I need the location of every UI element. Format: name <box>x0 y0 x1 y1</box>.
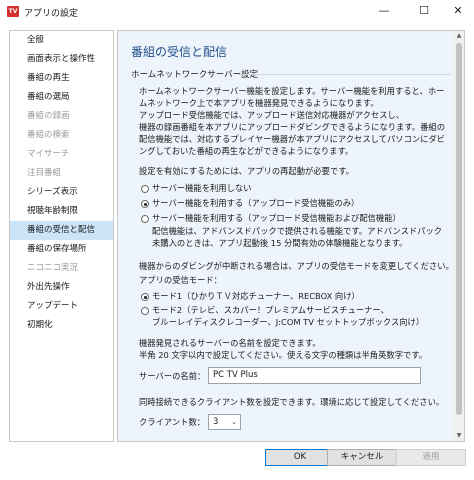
settings-content-panel: 番組の受信と配信 ホームネットワークサーバー設定 ホームネットワークサーバー機能… <box>117 30 465 442</box>
content-scrollbar[interactable]: ▲ ▼ <box>454 31 464 441</box>
restart-note: 設定を有効にするためには、アプリの再起動が必要です。 <box>139 166 354 176</box>
cancel-button[interactable]: キャンセル <box>327 449 397 466</box>
scroll-thumb[interactable] <box>456 43 462 415</box>
settings-sidebar: 全般 画面表示と操作性 番組の再生 番組の選局 番組の録画 番組の検索 マイサー… <box>9 30 114 442</box>
radio-server-upload-and-delivery-label[interactable]: サーバー機能を利用する（アップロード受信機能および配信機能） <box>152 212 401 224</box>
radio-server-upload-only-label[interactable]: サーバー機能を利用する（アップロード受信機能のみ） <box>152 197 359 209</box>
maximize-button[interactable]: ☐ <box>406 0 442 22</box>
sidebar-item-channel[interactable]: 番組の選局 <box>10 88 113 107</box>
clients-select[interactable]: 3 ⌄ <box>208 414 241 430</box>
sidebar-item-remote[interactable]: 外出先操作 <box>10 278 113 297</box>
intro-line-4: 機器の録画番組を本アプリにアップロードダビングできるようになります。番組の <box>139 122 445 132</box>
server-name-note-line-2: 半角 20 文字以内で設定してください。使える文字の種類は半角英数字です。 <box>139 350 428 360</box>
sidebar-item-niconico: ニコニコ実況 <box>27 263 79 273</box>
sidebar-item-general[interactable]: 全般 <box>10 31 113 50</box>
radio-mode-1-label[interactable]: モード1（ひかりＴＶ対応チューナー、RECBOX 向け） <box>152 290 360 302</box>
title-bar: TV アプリの設定 — ☐ ✕ <box>0 0 474 24</box>
subheading-divider <box>238 74 451 75</box>
receive-mode-label: アプリの受信モード： <box>139 275 222 285</box>
close-button[interactable]: ✕ <box>440 0 474 22</box>
sidebar-item-featured: 注目番組 <box>27 168 62 178</box>
intro-line-3: アップロード受信機能では、アップロード送信対応機器がアクセスし、 <box>139 110 405 120</box>
radio-mode-2[interactable] <box>141 307 149 315</box>
sidebar-item-update[interactable]: アップデート <box>10 297 113 316</box>
dubbing-note: 機器からのダビングが中断される場合は、アプリの受信モードを変更してください。 <box>139 261 454 271</box>
minimize-button[interactable]: — <box>366 0 402 22</box>
sidebar-item-recording: 番組の録画 <box>27 111 70 121</box>
sidebar-item-receive-deliver[interactable]: 番組の受信と配信 <box>10 221 113 240</box>
ok-button[interactable]: OK <box>265 449 335 466</box>
window-title: アプリの設定 <box>24 9 79 19</box>
intro-line-6: ングしておいた番組の再生などができるようになります。 <box>139 146 354 156</box>
radio-mode-2-label-line-1[interactable]: モード2（テレビ、スカパー！プレミアムサービスチューナー、 <box>152 304 389 316</box>
intro-line-5: 配信機能では、対応するプレイヤー機器が本アプリにアクセスしてパソコンにダビ <box>139 134 446 144</box>
scroll-up-arrow-icon[interactable]: ▲ <box>454 31 464 41</box>
sidebar-item-my-search: マイサーチ <box>27 149 70 159</box>
sidebar-item-age-limit[interactable]: 視聴年齢制限 <box>10 202 113 221</box>
intro-line-1: ホームネットワークサーバー機能を設定します。サーバー機能を利用すると、ホー <box>139 86 445 96</box>
server-name-label: サーバーの名前： <box>139 371 206 381</box>
intro-line-2: ムネットワーク上で本アプリを機器発見できるようになります。 <box>139 98 379 108</box>
sidebar-item-playback[interactable]: 番組の再生 <box>10 69 113 88</box>
clients-label: クライアント数： <box>139 417 206 427</box>
apply-button[interactable]: 適用 <box>396 449 466 466</box>
radio-server-off-label[interactable]: サーバー機能を利用しない <box>152 182 251 194</box>
sidebar-item-storage[interactable]: 番組の保存場所 <box>10 240 113 259</box>
delivery-note-line-1: 配信機能は、アドバンスドパックで提供される機能です。アドバンスドパック <box>152 226 443 236</box>
chevron-down-icon: ⌄ <box>231 418 237 426</box>
scroll-down-arrow-icon[interactable]: ▼ <box>454 431 464 441</box>
radio-server-upload-and-delivery[interactable] <box>141 215 149 223</box>
sidebar-item-reset[interactable]: 初期化 <box>10 316 113 335</box>
server-name-note-line-1: 機器発見されるサーバーの名前を設定できます。 <box>139 338 321 348</box>
app-icon: TV <box>7 6 19 17</box>
sidebar-item-series[interactable]: シリーズ表示 <box>10 183 113 202</box>
delivery-note-line-2: 未購入のときは、アプリ起動後 15 分間有効の体験機能となります。 <box>152 238 408 248</box>
radio-mode-2-label-line-2[interactable]: ブルーレイディスクレコーダー、J:COM TV セットトップボックス向け） <box>152 316 424 328</box>
sidebar-item-search: 番組の検索 <box>27 130 70 140</box>
radio-server-off[interactable] <box>141 185 149 193</box>
radio-server-upload-only[interactable] <box>141 200 149 208</box>
radio-mode-1[interactable] <box>141 293 149 301</box>
sidebar-item-display[interactable]: 画面表示と操作性 <box>10 50 113 69</box>
clients-note: 同時接続できるクライアント数を設定できます。環境に応じて設定してください。 <box>139 397 445 407</box>
clients-select-value: 3 <box>213 417 219 427</box>
server-name-input[interactable]: PC TV Plus <box>208 367 421 384</box>
section-title: 番組の受信と配信 <box>131 45 228 59</box>
